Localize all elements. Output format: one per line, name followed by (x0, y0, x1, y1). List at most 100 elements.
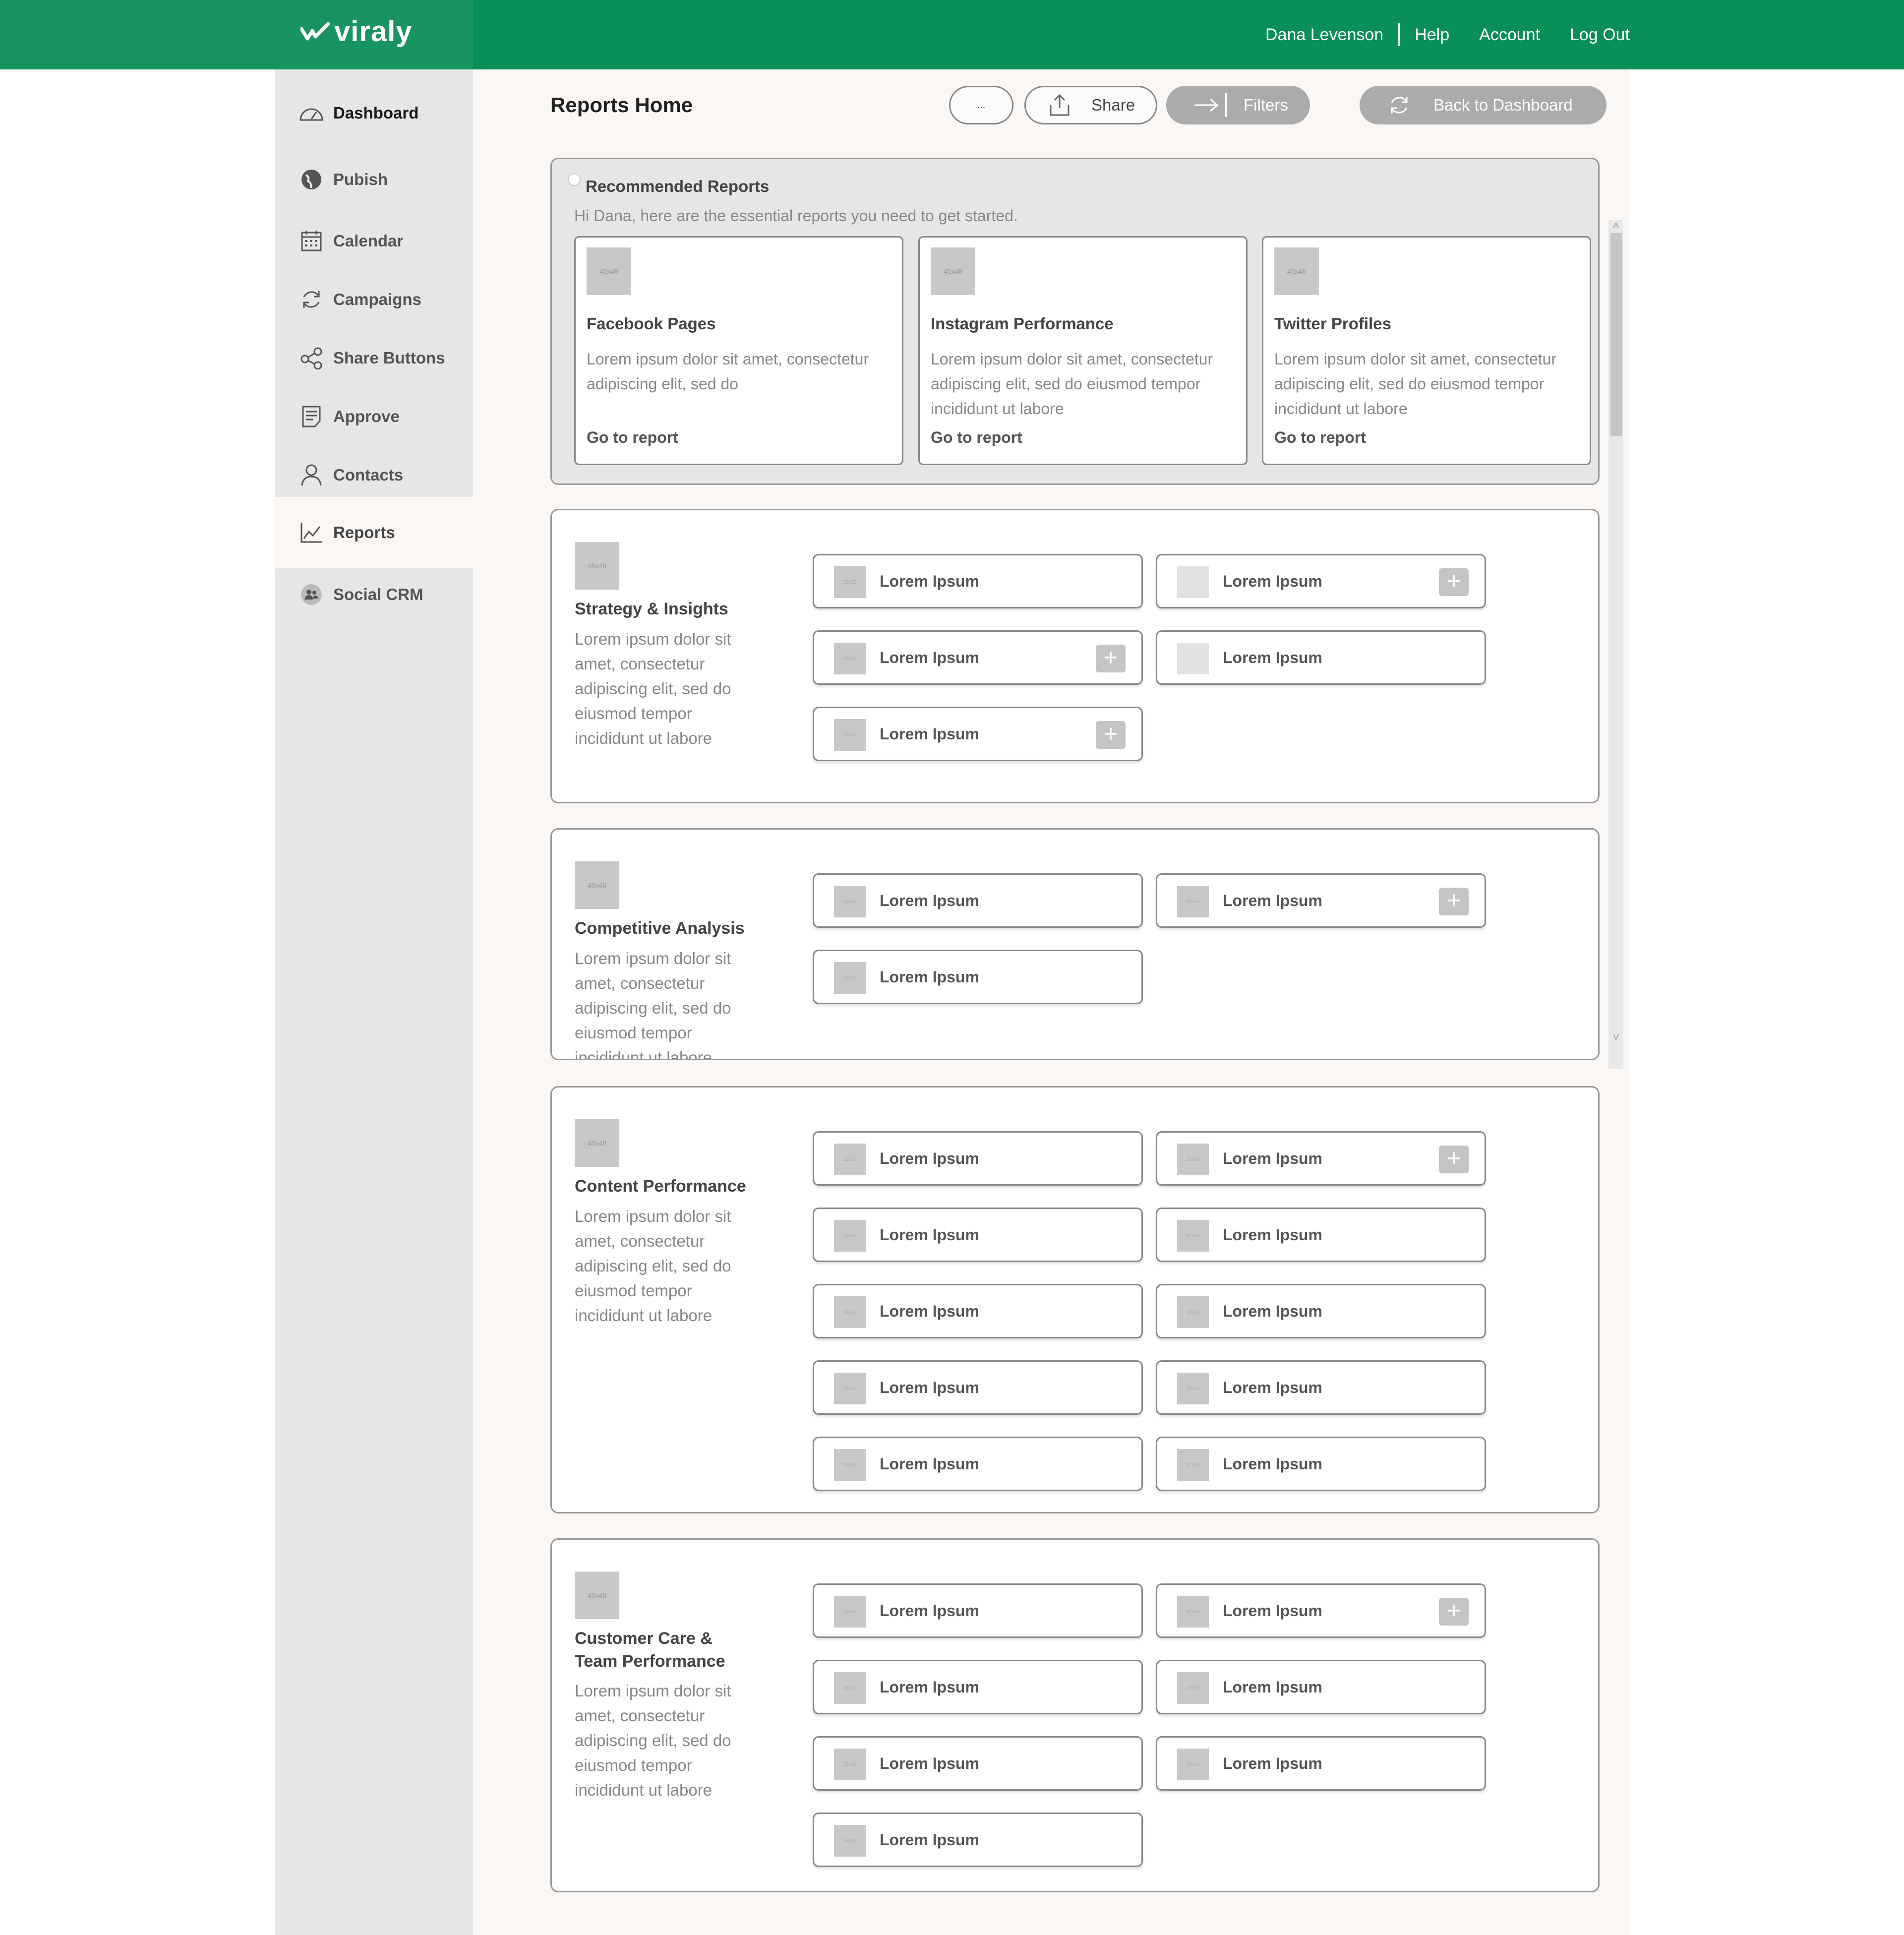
top-bar: viraly Dana Levenson Help Account Log Ou… (0, 0, 1904, 69)
add-report-button[interactable]: + (1439, 1146, 1469, 1173)
tile-thumbnail: 32x32 (834, 1449, 866, 1481)
report-tile[interactable]: 32x32 Lorem Ipsum + (813, 630, 1143, 685)
logo[interactable]: viraly (300, 15, 413, 48)
add-report-button[interactable]: + (1096, 721, 1126, 749)
report-tile[interactable]: Lorem Ipsum + (1156, 554, 1486, 608)
report-card-title: Instagram Performance (931, 314, 1114, 333)
tile-thumbnail: 32x32 (834, 1749, 866, 1780)
sidebar-item-label: Calendar (333, 232, 404, 250)
category-description: Lorem ipsum dolor sit amet, consectetur … (575, 1682, 731, 1799)
report-card-description: Lorem ipsum dolor sit amet, consectetur … (1274, 350, 1557, 418)
report-tile[interactable]: 32x32 Lorem Ipsum (813, 1437, 1143, 1491)
category-thumbnail: 45x48 (575, 861, 619, 909)
report-card[interactable]: 45x48 Facebook Pages Lorem ipsum dolor s… (574, 236, 903, 465)
report-tile[interactable]: 32x32 Lorem Ipsum (813, 950, 1143, 1004)
report-tile[interactable]: 32x32 Lorem Ipsum (813, 1208, 1143, 1262)
tile-label: Lorem Ipsum (880, 572, 979, 590)
tile-label: Lorem Ipsum (880, 1455, 979, 1473)
globe-icon (298, 167, 324, 192)
report-card[interactable]: 45x48 Instagram Performance Lorem ipsum … (918, 236, 1248, 465)
recommended-subtitle: Hi Dana, here are the essential reports … (574, 207, 1018, 225)
report-tile[interactable]: 32x32 Lorem Ipsum (813, 1736, 1143, 1791)
add-report-button[interactable]: + (1439, 568, 1469, 596)
report-tile[interactable]: 32x32 Lorem Ipsum (1156, 1208, 1486, 1262)
sidebar-item-label: Social CRM (333, 585, 423, 604)
report-tile[interactable]: 32x32 Lorem Ipsum (1156, 1284, 1486, 1338)
tile-label: Lorem Ipsum (880, 1754, 979, 1772)
go-to-report-link[interactable]: Go to report (931, 428, 1022, 447)
scroll-up-arrow-icon[interactable]: ˄ (1608, 220, 1623, 232)
tile-label: Lorem Ipsum (1223, 1754, 1322, 1772)
add-report-button[interactable]: + (1439, 1598, 1469, 1626)
tile-label: Lorem Ipsum (1223, 1455, 1322, 1473)
sidebar-item-publish[interactable]: Pubish (275, 150, 473, 209)
sidebar-item-share-buttons[interactable]: Share Buttons (275, 329, 473, 387)
category-description: Lorem ipsum dolor sit amet, consectetur … (575, 630, 731, 747)
report-card[interactable]: 45x48 Twitter Profiles Lorem ipsum dolor… (1262, 236, 1591, 465)
report-tile[interactable]: 32x32 Lorem Ipsum + (1156, 873, 1486, 928)
report-tile[interactable]: 32x32 Lorem Ipsum (813, 1660, 1143, 1714)
help-link[interactable]: Help (1400, 25, 1464, 45)
plus-icon: + (1103, 645, 1118, 671)
report-tile[interactable]: Lorem Ipsum (1156, 630, 1486, 685)
add-report-button[interactable]: + (1096, 645, 1126, 672)
report-tile[interactable]: 32x32 Lorem Ipsum (813, 1583, 1143, 1638)
scroll-down-arrow-icon[interactable]: ˅ (1608, 1031, 1623, 1043)
sidebar-item-contacts[interactable]: Contacts (275, 446, 473, 504)
report-card-description: Lorem ipsum dolor sit amet, consectetur … (931, 350, 1213, 418)
logo-text: viraly (334, 15, 413, 48)
sidebar-item-social-crm[interactable]: Social CRM (275, 565, 473, 624)
plus-icon: + (1446, 1598, 1461, 1624)
logout-link[interactable]: Log Out (1555, 25, 1630, 45)
go-to-report-link[interactable]: Go to report (1274, 428, 1366, 447)
tile-thumbnail: 32x32 (1177, 1144, 1209, 1175)
sidebar-item-label: Dashboard (333, 104, 419, 122)
sidebar-item-calendar[interactable]: Calendar (275, 212, 473, 270)
user-name-link[interactable]: Dana Levenson (1250, 25, 1398, 45)
tile-label: Lorem Ipsum (880, 892, 979, 909)
report-tile[interactable]: 32x32 Lorem Ipsum + (1156, 1583, 1486, 1638)
plus-icon: + (1446, 568, 1461, 595)
sidebar-item-label: Pubish (333, 170, 388, 188)
sidebar-item-dashboard[interactable]: Dashboard (275, 84, 473, 142)
add-report-button[interactable]: + (1439, 888, 1469, 915)
account-link[interactable]: Account (1464, 25, 1555, 45)
report-thumbnail: 45x48 (1274, 247, 1319, 295)
report-thumbnail: 45x48 (931, 247, 975, 295)
tile-thumbnail (1177, 566, 1209, 598)
report-tile[interactable]: 32x32 Lorem Ipsum (1156, 1360, 1486, 1415)
share-button[interactable]: Share (1024, 86, 1157, 124)
report-tile[interactable]: 32x32 Lorem Ipsum (813, 1284, 1143, 1338)
tile-thumbnail: 32x32 (834, 1220, 866, 1252)
report-tile[interactable]: 32x32 Lorem Ipsum (813, 1360, 1143, 1415)
more-options-button[interactable]: ... (949, 86, 1013, 124)
category-thumbnail: 45x48 (575, 1119, 619, 1167)
sidebar-item-label: Approve (333, 407, 400, 425)
report-tile[interactable]: 32x32 Lorem Ipsum (1156, 1437, 1486, 1491)
sidebar-item-reports[interactable]: Reports (275, 497, 473, 568)
share-icon (298, 345, 324, 371)
go-to-report-link[interactable]: Go to report (587, 428, 678, 447)
tile-thumbnail: 32x32 (834, 1144, 866, 1175)
sidebar-item-label: Campaigns (333, 290, 421, 308)
report-tile[interactable]: 32x32 Lorem Ipsum (813, 1813, 1143, 1867)
report-tile[interactable]: 32x32 Lorem Ipsum (1156, 1660, 1486, 1714)
report-tile[interactable]: 32x32 Lorem Ipsum (813, 1131, 1143, 1186)
tile-label: Lorem Ipsum (1223, 1302, 1322, 1320)
report-tile[interactable]: 32x32 Lorem Ipsum (1156, 1736, 1486, 1791)
refresh-icon (1388, 94, 1411, 117)
report-tile[interactable]: 32x32 Lorem Ipsum (813, 873, 1143, 928)
share-label: Share (1091, 96, 1135, 114)
report-tile[interactable]: 32x32 Lorem Ipsum + (813, 707, 1143, 761)
tile-thumbnail: 32x32 (834, 1825, 866, 1857)
report-tile[interactable]: 32x32 Lorem Ipsum + (1156, 1131, 1486, 1186)
report-tile[interactable]: 32x32 Lorem Ipsum (813, 554, 1143, 608)
filters-button[interactable]: Filters (1166, 86, 1310, 124)
recommended-title: Recommended Reports (586, 177, 770, 195)
report-card-title: Twitter Profiles (1274, 314, 1391, 333)
back-to-dashboard-button[interactable]: Back to Dashboard (1360, 86, 1606, 124)
sidebar-item-campaigns[interactable]: Campaigns (275, 270, 473, 329)
sidebar-item-approve[interactable]: Approve (275, 387, 473, 446)
tile-thumbnail: 32x32 (834, 886, 866, 917)
scrollbar-thumb[interactable] (1610, 233, 1622, 436)
